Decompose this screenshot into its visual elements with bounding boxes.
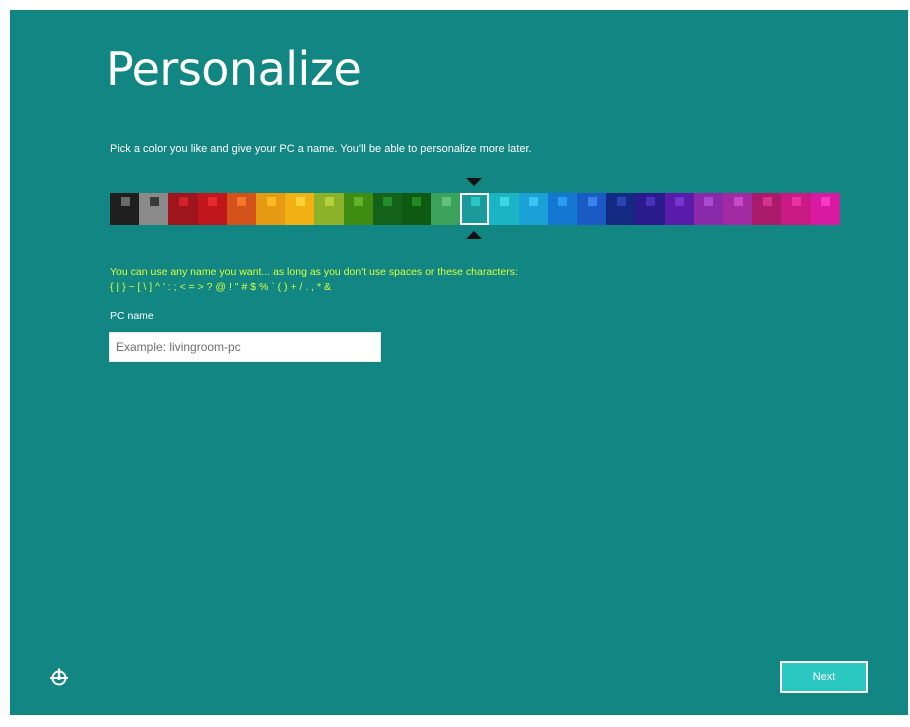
color-swatch[interactable] — [110, 193, 140, 225]
color-swatch-dot — [558, 197, 568, 206]
color-swatch-dot — [529, 197, 539, 206]
ease-of-access-icon[interactable] — [48, 667, 70, 689]
selected-color-arrow-up-icon — [466, 231, 482, 239]
color-swatch-dot — [470, 197, 480, 206]
color-swatch[interactable] — [431, 193, 461, 225]
color-swatch-dot — [324, 197, 334, 206]
color-swatch-dot — [295, 197, 305, 206]
name-rules-text: You can use any name you want... as long… — [110, 265, 518, 295]
color-swatch[interactable] — [139, 193, 169, 225]
page-subtitle: Pick a color you like and give your PC a… — [110, 143, 532, 155]
color-swatch[interactable] — [197, 193, 227, 225]
color-swatch-dot — [354, 197, 364, 206]
color-swatch[interactable] — [664, 193, 694, 225]
color-swatch-dot — [587, 197, 597, 206]
pc-name-input[interactable] — [109, 332, 381, 362]
color-swatch-bar[interactable] — [110, 193, 840, 225]
color-swatch-dot — [616, 197, 626, 206]
color-swatch-dot — [149, 197, 159, 206]
name-rules-line-1: You can use any name you want... as long… — [110, 266, 518, 278]
color-swatch-dot — [266, 197, 276, 206]
page-title: Personalize — [106, 42, 362, 96]
color-swatch[interactable] — [343, 193, 373, 225]
color-swatch-dot — [675, 197, 685, 206]
setup-screen: Personalize Pick a color you like and gi… — [10, 10, 908, 715]
color-swatch-dot — [762, 197, 772, 206]
color-swatch[interactable] — [460, 193, 490, 225]
color-swatch-dot — [704, 197, 714, 206]
color-swatch[interactable] — [314, 193, 344, 225]
color-swatch-dot — [645, 197, 655, 206]
color-swatch[interactable] — [372, 193, 402, 225]
color-swatch-dot — [383, 197, 393, 206]
color-swatch-dot — [237, 197, 247, 206]
color-swatch[interactable] — [285, 193, 315, 225]
color-swatch[interactable] — [255, 193, 286, 225]
color-swatch[interactable] — [168, 193, 198, 225]
selected-color-arrow-down-icon — [466, 178, 482, 186]
name-rules-characters: { | } ~ [ \ ] ^ ' : ; < = > ? @ ! " # $ … — [110, 281, 332, 293]
color-swatch-dot — [120, 197, 130, 206]
color-swatch[interactable] — [518, 193, 548, 225]
color-swatch[interactable] — [781, 193, 811, 225]
color-swatch[interactable] — [489, 193, 519, 225]
color-swatch-dot — [412, 197, 422, 206]
color-swatch[interactable] — [577, 193, 607, 225]
color-swatch-dot — [791, 197, 801, 206]
color-swatch[interactable] — [401, 193, 432, 225]
pc-name-label: PC name — [110, 310, 154, 322]
color-swatch[interactable] — [606, 193, 636, 225]
color-swatch-dot — [208, 197, 218, 206]
color-swatch-dot — [178, 197, 188, 206]
color-swatch-dot — [500, 197, 510, 206]
color-swatch-dot — [441, 197, 451, 206]
color-swatch[interactable] — [635, 193, 665, 225]
next-button[interactable]: Next — [780, 661, 868, 693]
color-swatch-dot — [821, 197, 831, 206]
color-swatch-dot — [733, 197, 743, 206]
color-swatch[interactable] — [810, 193, 840, 225]
color-swatch[interactable] — [226, 193, 256, 225]
color-swatch[interactable] — [722, 193, 753, 225]
color-swatch[interactable] — [752, 193, 782, 225]
color-swatch[interactable] — [547, 193, 577, 225]
color-swatch[interactable] — [693, 193, 723, 225]
